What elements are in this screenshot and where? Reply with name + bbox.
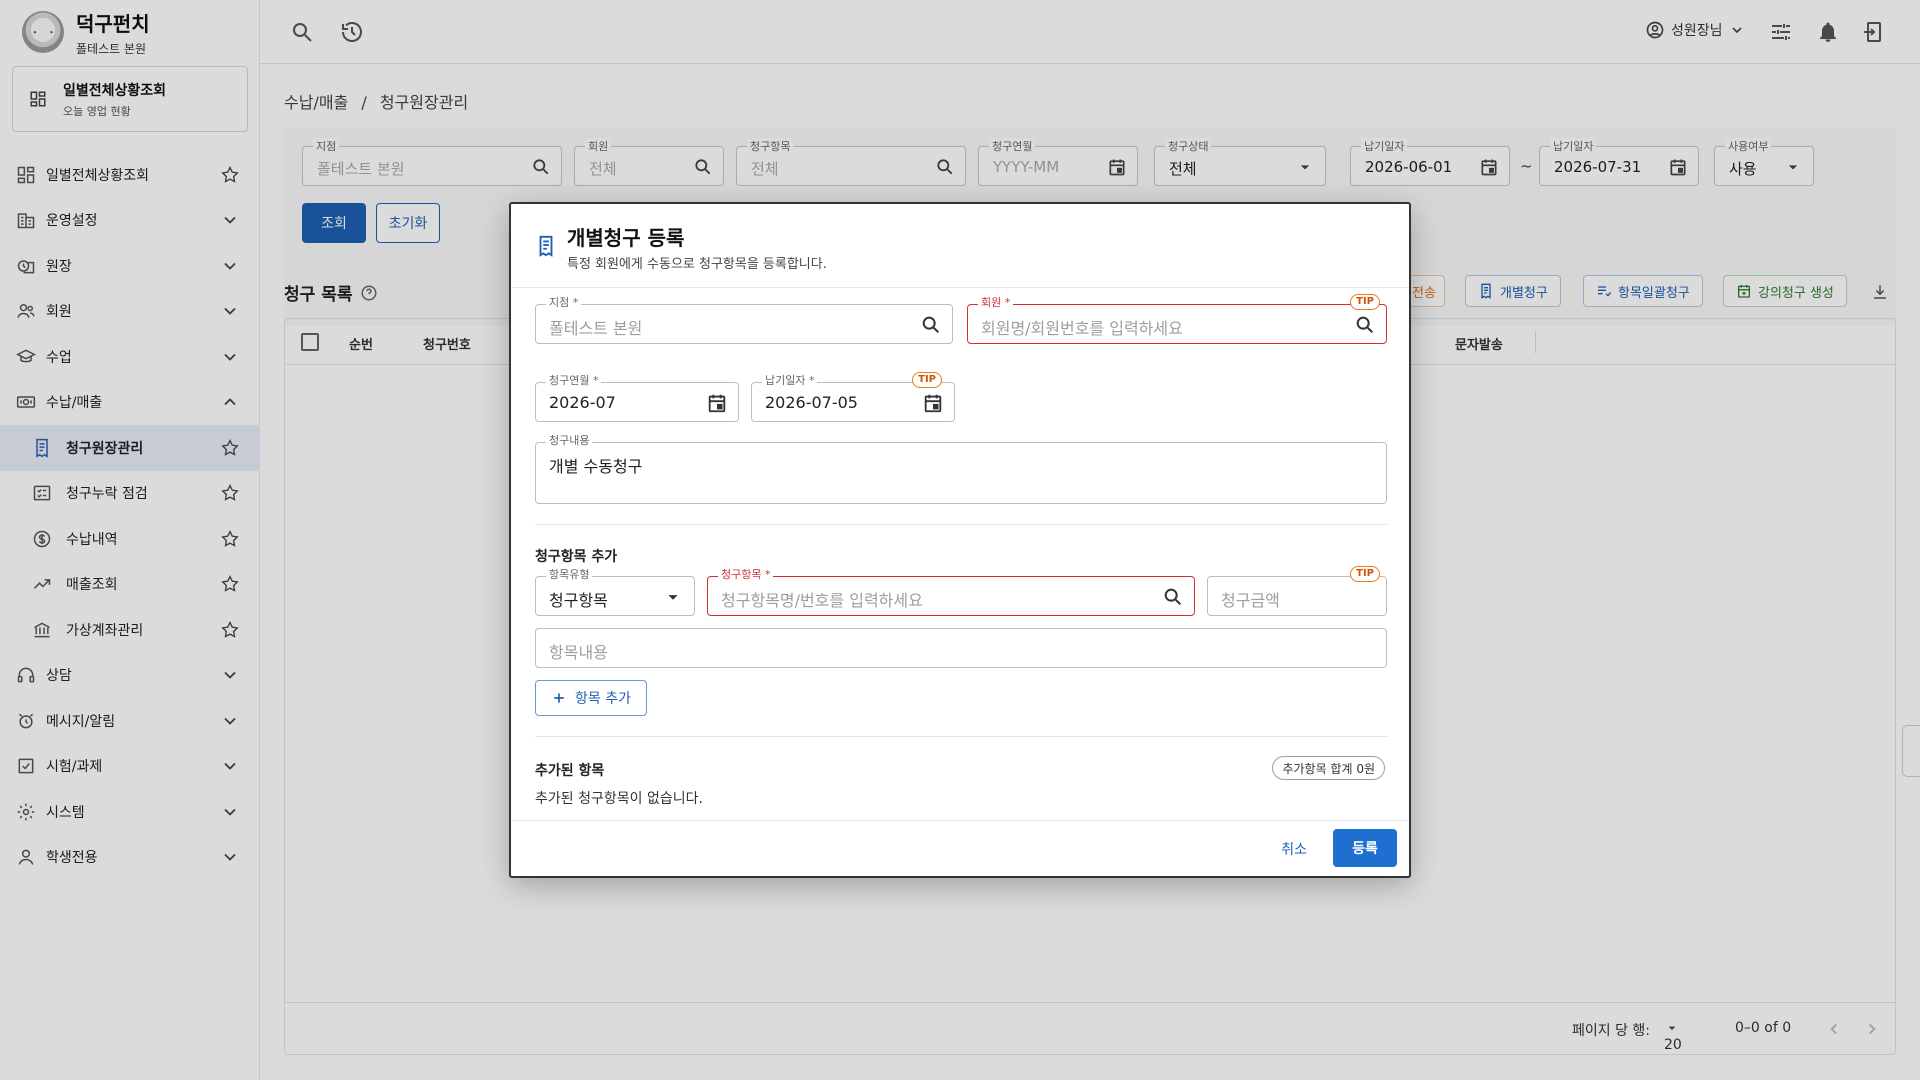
bill-amount-field[interactable]: TIP 청구금액 — [1207, 566, 1387, 616]
calendar-icon[interactable] — [706, 392, 728, 414]
item-type-select[interactable]: 항목유형 청구항목 — [535, 568, 695, 616]
section-divider — [535, 736, 1387, 737]
due-date-field[interactable]: 납기일자 * TIP 2026-07-05 — [751, 372, 955, 422]
member-field-placeholder: 회원명/회원번호를 입력하세요 — [981, 319, 1183, 338]
submit-button[interactable]: 등록 — [1333, 829, 1397, 867]
plus-icon — [554, 693, 564, 703]
section-divider — [535, 524, 1387, 525]
member-field-label: 회원 * — [978, 296, 1014, 310]
add-item-label: 항목 추가 — [575, 691, 631, 707]
due-date-field-label: 납기일자 * — [762, 374, 818, 388]
branch-field-label: 지점 * — [546, 296, 582, 310]
due-date-tip-badge[interactable]: TIP — [912, 372, 942, 388]
dialog-title: 개별청구 등록 — [567, 226, 685, 250]
amount-tip-badge[interactable]: TIP — [1350, 566, 1380, 582]
dialog-header: 개별청구 등록 특정 회원에게 수동으로 청구항목을 등록합니다. — [511, 204, 1409, 288]
bill-content-field[interactable]: 청구내용 개별 수동청구 — [535, 434, 1387, 504]
search-icon[interactable] — [1354, 314, 1376, 336]
bill-month-field-value: 2026-07 — [549, 393, 616, 412]
dialog-footer: 취소 등록 — [511, 820, 1409, 876]
item-description-placeholder: 항목내용 — [549, 643, 608, 662]
added-items-title: 추가된 항목 — [535, 763, 605, 779]
add-item-section-title: 청구항목 추가 — [535, 549, 618, 565]
item-type-label: 항목유형 — [546, 568, 593, 582]
bill-month-field-label: 청구연월 * — [546, 374, 602, 388]
bill-item-field[interactable]: 청구항목 * 청구항목명/번호를 입력하세요 — [707, 568, 1195, 616]
bill-content-value: 개별 수동청구 — [549, 457, 643, 476]
add-item-button[interactable]: 항목 추가 — [535, 680, 647, 716]
branch-field[interactable]: 지점 * 폴테스트 본원 — [535, 296, 953, 344]
bill-item-label: 청구항목 * — [718, 568, 774, 582]
search-icon[interactable] — [1162, 586, 1184, 608]
individual-bill-dialog: 개별청구 등록 특정 회원에게 수동으로 청구항목을 등록합니다. 지점 * 폴… — [509, 202, 1411, 878]
dialog-subtitle: 특정 회원에게 수동으로 청구항목을 등록합니다. — [567, 257, 827, 272]
empty-items-message: 추가된 청구항목이 없습니다. — [535, 791, 703, 807]
bill-amount-placeholder: 청구금액 — [1221, 591, 1280, 610]
added-total-chip: 추가항목 합계 0원 — [1272, 756, 1385, 780]
dropdown-arrow-icon — [668, 595, 678, 600]
item-type-value: 청구항목 — [549, 591, 608, 610]
bill-item-placeholder: 청구항목명/번호를 입력하세요 — [721, 591, 923, 610]
cancel-button[interactable]: 취소 — [1271, 835, 1317, 863]
branch-field-value: 폴테스트 본원 — [549, 319, 643, 338]
receipt-icon — [539, 235, 553, 257]
member-tip-badge[interactable]: TIP — [1350, 294, 1380, 310]
search-icon[interactable] — [920, 314, 942, 336]
member-field[interactable]: 회원 * TIP 회원명/회원번호를 입력하세요 — [967, 294, 1387, 344]
bill-month-field[interactable]: 청구연월 * 2026-07 — [535, 374, 739, 422]
calendar-icon[interactable] — [922, 392, 944, 414]
bill-content-label: 청구내용 — [546, 434, 593, 448]
item-description-field[interactable]: 항목내용 — [535, 628, 1387, 668]
due-date-field-value: 2026-07-05 — [765, 393, 858, 412]
